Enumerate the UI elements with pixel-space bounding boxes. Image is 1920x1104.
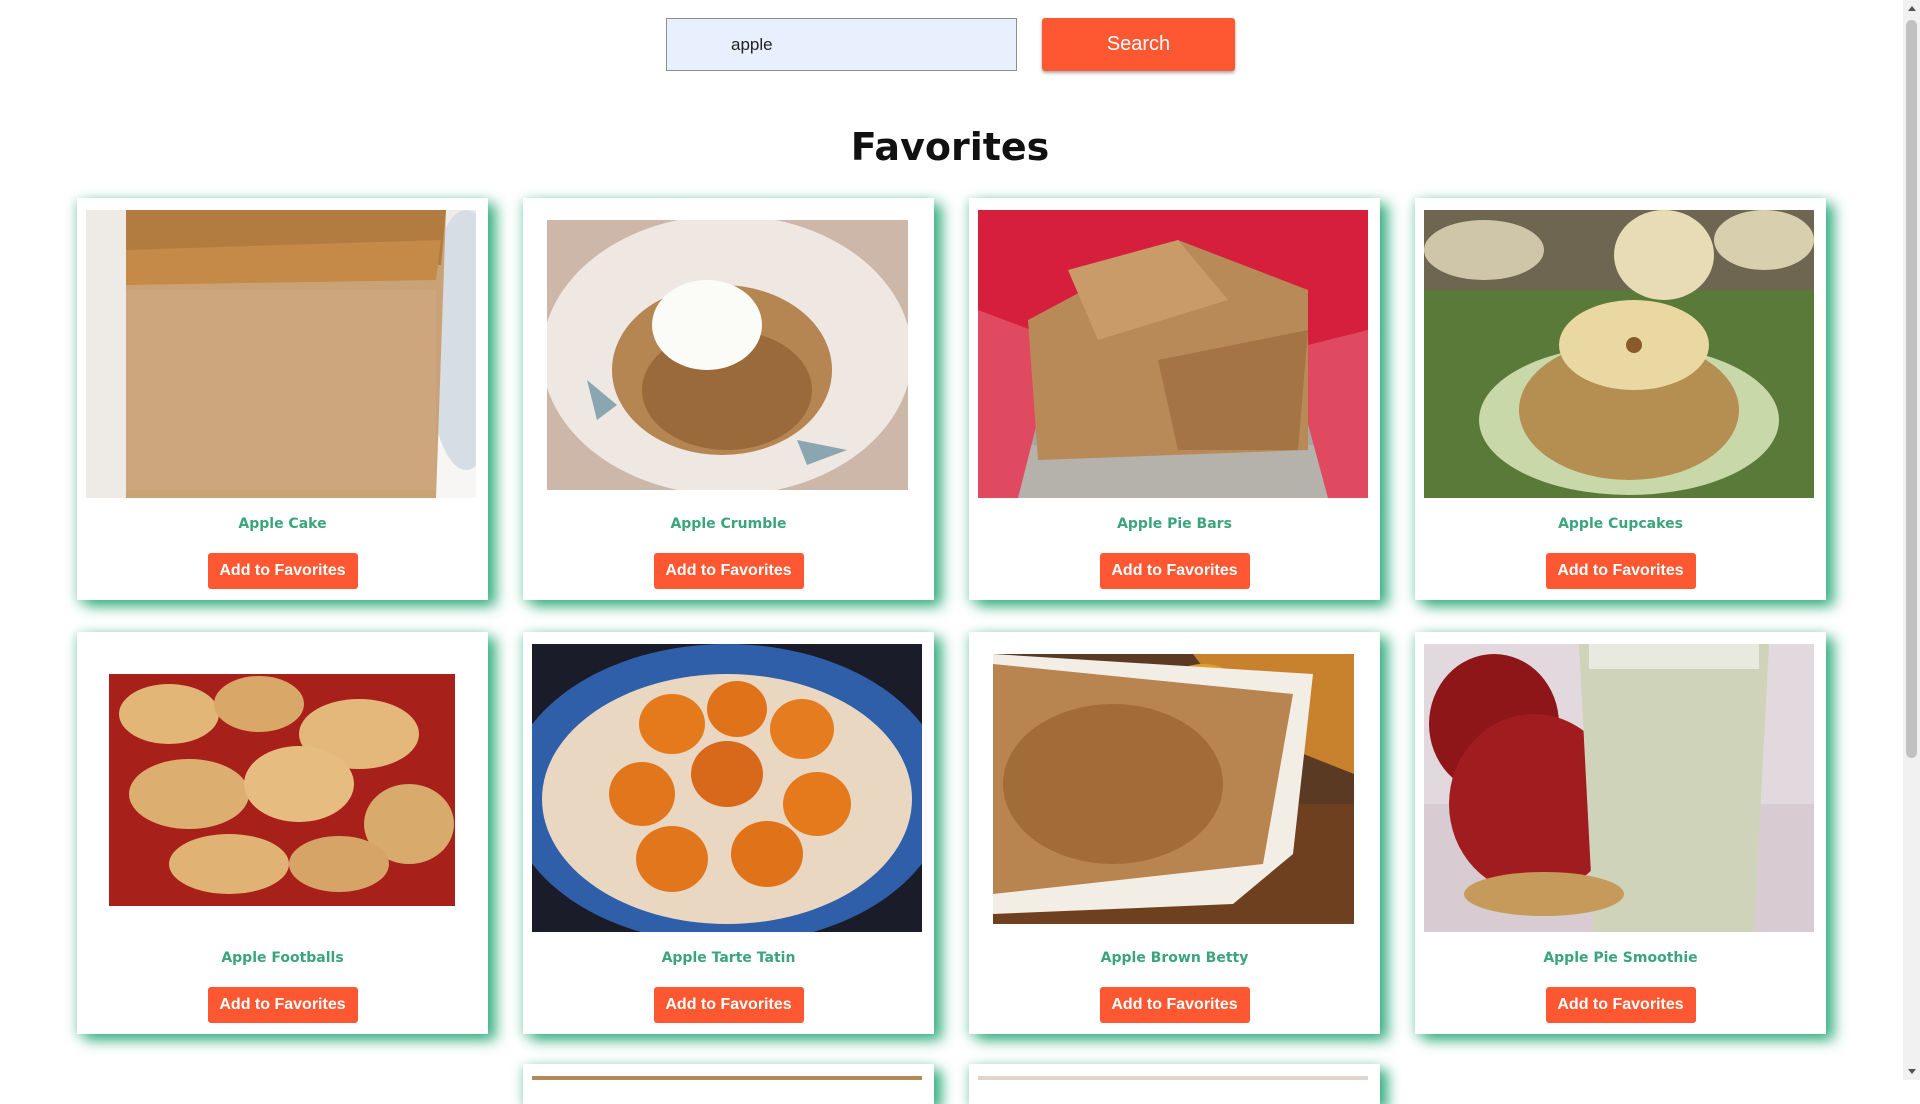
- add-to-favorites-button[interactable]: Add to Favorites: [1099, 987, 1250, 1023]
- recipe-photo[interactable]: [978, 1076, 1368, 1080]
- search-input[interactable]: [666, 18, 1017, 71]
- recipe-photo[interactable]: [86, 210, 476, 498]
- recipe-photo[interactable]: [109, 674, 455, 906]
- scroll-down-arrow-icon[interactable]: [1903, 1063, 1920, 1080]
- add-to-favorites-button[interactable]: Add to Favorites: [207, 987, 358, 1023]
- search-bar: Search: [666, 18, 1235, 71]
- recipe-photo[interactable]: [1424, 210, 1814, 498]
- recipe-grid: Apple Cake Add to Favorites Apple Crumbl…: [77, 198, 1826, 1034]
- next-row-partial: [77, 1064, 1380, 1104]
- recipe-card: Apple Pie Smoothie Add to Favorites: [1415, 632, 1826, 1034]
- recipe-card: Apple Tarte Tatin Add to Favorites: [523, 632, 934, 1034]
- recipe-photo[interactable]: [532, 1076, 922, 1080]
- search-button[interactable]: Search: [1042, 18, 1235, 71]
- add-to-favorites-button[interactable]: Add to Favorites: [1099, 553, 1250, 589]
- recipe-title: Apple Pie Smoothie: [1543, 950, 1698, 966]
- add-to-favorites-button[interactable]: Add to Favorites: [653, 553, 804, 589]
- recipe-title: Apple Cupcakes: [1558, 516, 1683, 532]
- recipe-card: Apple Cupcakes Add to Favorites: [1415, 198, 1826, 600]
- scroll-up-arrow-icon[interactable]: [1903, 0, 1920, 17]
- recipe-card: Apple Footballs Add to Favorites: [77, 632, 488, 1034]
- recipe-card: Apple Cake Add to Favorites: [77, 198, 488, 600]
- page-title: Favorites: [850, 125, 1050, 169]
- recipe-card: Apple Pie Bars Add to Favorites: [969, 198, 1380, 600]
- recipe-card: [969, 1064, 1380, 1104]
- recipe-photo[interactable]: [532, 644, 922, 932]
- recipe-photo[interactable]: [978, 210, 1368, 498]
- scrollbar-thumb[interactable]: [1906, 20, 1917, 758]
- add-to-favorites-button[interactable]: Add to Favorites: [207, 553, 358, 589]
- recipe-photo[interactable]: [1424, 644, 1814, 932]
- add-to-favorites-button[interactable]: Add to Favorites: [1545, 987, 1696, 1023]
- recipe-title: Apple Pie Bars: [1117, 516, 1232, 532]
- recipe-card: Apple Crumble Add to Favorites: [523, 198, 934, 600]
- recipe-title: Apple Footballs: [221, 950, 344, 966]
- recipe-title: Apple Cake: [238, 516, 327, 532]
- recipe-card: [523, 1064, 934, 1104]
- add-to-favorites-button[interactable]: Add to Favorites: [1545, 553, 1696, 589]
- vertical-scrollbar[interactable]: [1903, 0, 1920, 1080]
- recipe-photo[interactable]: [993, 654, 1354, 924]
- add-to-favorites-button[interactable]: Add to Favorites: [653, 987, 804, 1023]
- recipe-card: Apple Brown Betty Add to Favorites: [969, 632, 1380, 1034]
- recipe-title: Apple Crumble: [670, 516, 787, 532]
- recipe-title: Apple Tarte Tatin: [661, 950, 796, 966]
- recipe-title: Apple Brown Betty: [1100, 950, 1249, 966]
- recipe-photo[interactable]: [547, 220, 908, 490]
